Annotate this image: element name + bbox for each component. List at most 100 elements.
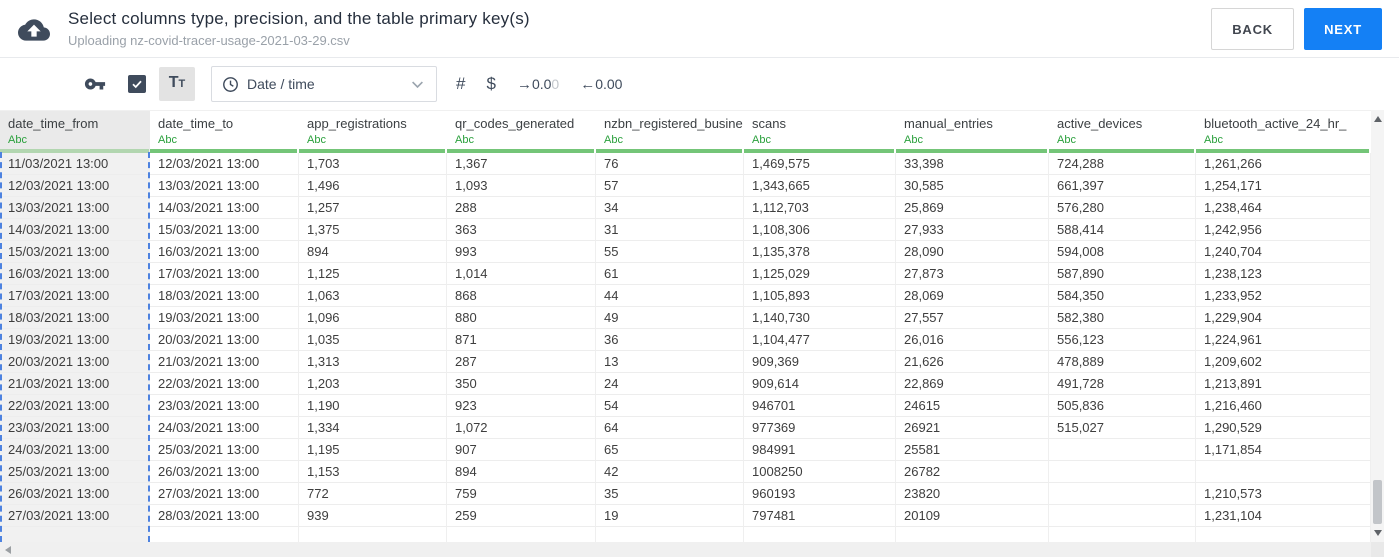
- scroll-up-button[interactable]: [1371, 112, 1384, 126]
- back-button[interactable]: BACK: [1211, 8, 1294, 50]
- column-header-manual_entries[interactable]: manual_entries Abc: [896, 111, 1049, 153]
- table-cell: 23/03/2021 13:00: [150, 395, 299, 417]
- column-name: qr_codes_generated: [455, 116, 575, 131]
- precision-value: 0.00: [595, 75, 623, 92]
- column-name: manual_entries: [904, 116, 993, 131]
- column-header-scans[interactable]: scans Abc: [744, 111, 896, 153]
- table-cell: 909,614: [744, 373, 896, 395]
- table-cell: 65: [596, 439, 744, 461]
- decrease-precision-button[interactable]: ←0.00: [580, 76, 622, 93]
- table-cell: 1,238,464: [1196, 197, 1371, 219]
- table-cell: 587,890: [1049, 263, 1196, 285]
- table-cell: 1,063: [299, 285, 447, 307]
- table-cell: 28,090: [896, 241, 1049, 263]
- column-header-active_devices[interactable]: active_devices Abc: [1049, 111, 1196, 153]
- table-cell: 42: [596, 461, 744, 483]
- column-header-date_time_to[interactable]: date_time_to Abc: [150, 111, 299, 153]
- table-cell: 54: [596, 395, 744, 417]
- upload-filename-subtitle: Uploading nz-covid-tracer-usage-2021-03-…: [68, 33, 350, 48]
- vertical-scrollbar-thumb[interactable]: [1373, 480, 1382, 524]
- column-type-badge: Abc: [1204, 134, 1223, 146]
- table-cell: 1,334: [299, 417, 447, 439]
- table-row: 25/03/2021 13:00 26/03/2021 13:00 1,153 894…: [0, 461, 1371, 483]
- table-cell: 24: [596, 373, 744, 395]
- table-empty-row: [0, 527, 1371, 543]
- table-cell: 923: [447, 395, 596, 417]
- table-cell: 984991: [744, 439, 896, 461]
- column-type-badge: Abc: [307, 134, 326, 146]
- table-cell: 1,112,703: [744, 197, 896, 219]
- table-cell: [1049, 483, 1196, 505]
- table-cell: 1,229,904: [1196, 307, 1371, 329]
- table-cell: 14/03/2021 13:00: [150, 197, 299, 219]
- table-cell: 64: [596, 417, 744, 439]
- table-cell: 12/03/2021 13:00: [0, 175, 150, 197]
- table-cell-empty: [0, 527, 150, 543]
- table-cell: 946701: [744, 395, 896, 417]
- table-cell: 582,380: [1049, 307, 1196, 329]
- text-type-button[interactable]: TT: [159, 67, 195, 101]
- table-cell: 22/03/2021 13:00: [150, 373, 299, 395]
- vertical-scrollbar[interactable]: [1371, 110, 1384, 542]
- scroll-down-button[interactable]: [1371, 526, 1384, 540]
- table-cell: 33,398: [896, 153, 1049, 175]
- table-cell: 1,072: [447, 417, 596, 439]
- table-cell: 1,171,854: [1196, 439, 1371, 461]
- number-type-button[interactable]: #: [456, 74, 465, 94]
- column-name: date_time_to: [158, 116, 234, 131]
- next-button[interactable]: NEXT: [1304, 8, 1382, 50]
- table-row: 18/03/2021 13:00 19/03/2021 13:00 1,096 880…: [0, 307, 1371, 329]
- table-cell: 759: [447, 483, 596, 505]
- table-cell-empty: [744, 527, 896, 543]
- horizontal-scrollbar[interactable]: [0, 542, 1371, 557]
- primary-key-checkbox[interactable]: [128, 75, 146, 93]
- column-header-nzbn_registered_busine[interactable]: nzbn_registered_busine Abc: [596, 111, 744, 153]
- table-cell: 1,096: [299, 307, 447, 329]
- column-name: active_devices: [1057, 116, 1143, 131]
- table-cell: 15/03/2021 13:00: [0, 241, 150, 263]
- table-cell: 797481: [744, 505, 896, 527]
- table-cell: 17/03/2021 13:00: [150, 263, 299, 285]
- table-cell-empty: [299, 527, 447, 543]
- table-row: 23/03/2021 13:00 24/03/2021 13:00 1,334 1,0…: [0, 417, 1371, 439]
- column-header-app_registrations[interactable]: app_registrations Abc: [299, 111, 447, 153]
- table-cell: 1,290,529: [1196, 417, 1371, 439]
- currency-type-button[interactable]: $: [486, 74, 495, 94]
- table-cell-empty: [896, 527, 1049, 543]
- chevron-down-icon: [412, 80, 423, 88]
- table-cell: 26782: [896, 461, 1049, 483]
- column-name: date_time_from: [8, 116, 99, 131]
- table-cell: 363: [447, 219, 596, 241]
- table-cell: 20109: [896, 505, 1049, 527]
- table-cell: 16/03/2021 13:00: [150, 241, 299, 263]
- column-header-bluetooth_active_24_hr_[interactable]: bluetooth_active_24_hr_ Abc: [1196, 111, 1371, 153]
- increase-precision-button[interactable]: →0.00: [517, 76, 559, 93]
- table-cell: 977369: [744, 417, 896, 439]
- table-cell: 27,873: [896, 263, 1049, 285]
- data-preview-table: date_time_from Abc date_time_to Abc app_regi…: [0, 110, 1399, 560]
- table-cell: 14/03/2021 13:00: [0, 219, 150, 241]
- table-row: 13/03/2021 13:00 14/03/2021 13:00 1,257 288…: [0, 197, 1371, 219]
- table-cell: 27/03/2021 13:00: [150, 483, 299, 505]
- table-cell: 15/03/2021 13:00: [150, 219, 299, 241]
- column-header-date_time_from[interactable]: date_time_from Abc: [0, 111, 150, 153]
- column-name: nzbn_registered_busine: [604, 116, 743, 131]
- table-row: 22/03/2021 13:00 23/03/2021 13:00 1,190 923…: [0, 395, 1371, 417]
- scroll-left-button[interactable]: [5, 545, 11, 554]
- table-cell: 491,728: [1049, 373, 1196, 395]
- table-cell: 20/03/2021 13:00: [150, 329, 299, 351]
- table-cell-empty: [596, 527, 744, 543]
- table-cell: 21/03/2021 13:00: [0, 373, 150, 395]
- column-type-select[interactable]: Date / time: [211, 66, 437, 102]
- cloud-upload-icon: [18, 18, 50, 41]
- table-cell: 26/03/2021 13:00: [0, 483, 150, 505]
- column-type-badge: Abc: [455, 134, 474, 146]
- right-arrow-icon: →: [516, 75, 532, 93]
- column-header-qr_codes_generated[interactable]: qr_codes_generated Abc: [447, 111, 596, 153]
- table-cell: 57: [596, 175, 744, 197]
- table-cell: 1,216,460: [1196, 395, 1371, 417]
- clock-icon: [223, 76, 238, 92]
- table-cell: [1049, 505, 1196, 527]
- table-cell: 868: [447, 285, 596, 307]
- table-cell: 871: [447, 329, 596, 351]
